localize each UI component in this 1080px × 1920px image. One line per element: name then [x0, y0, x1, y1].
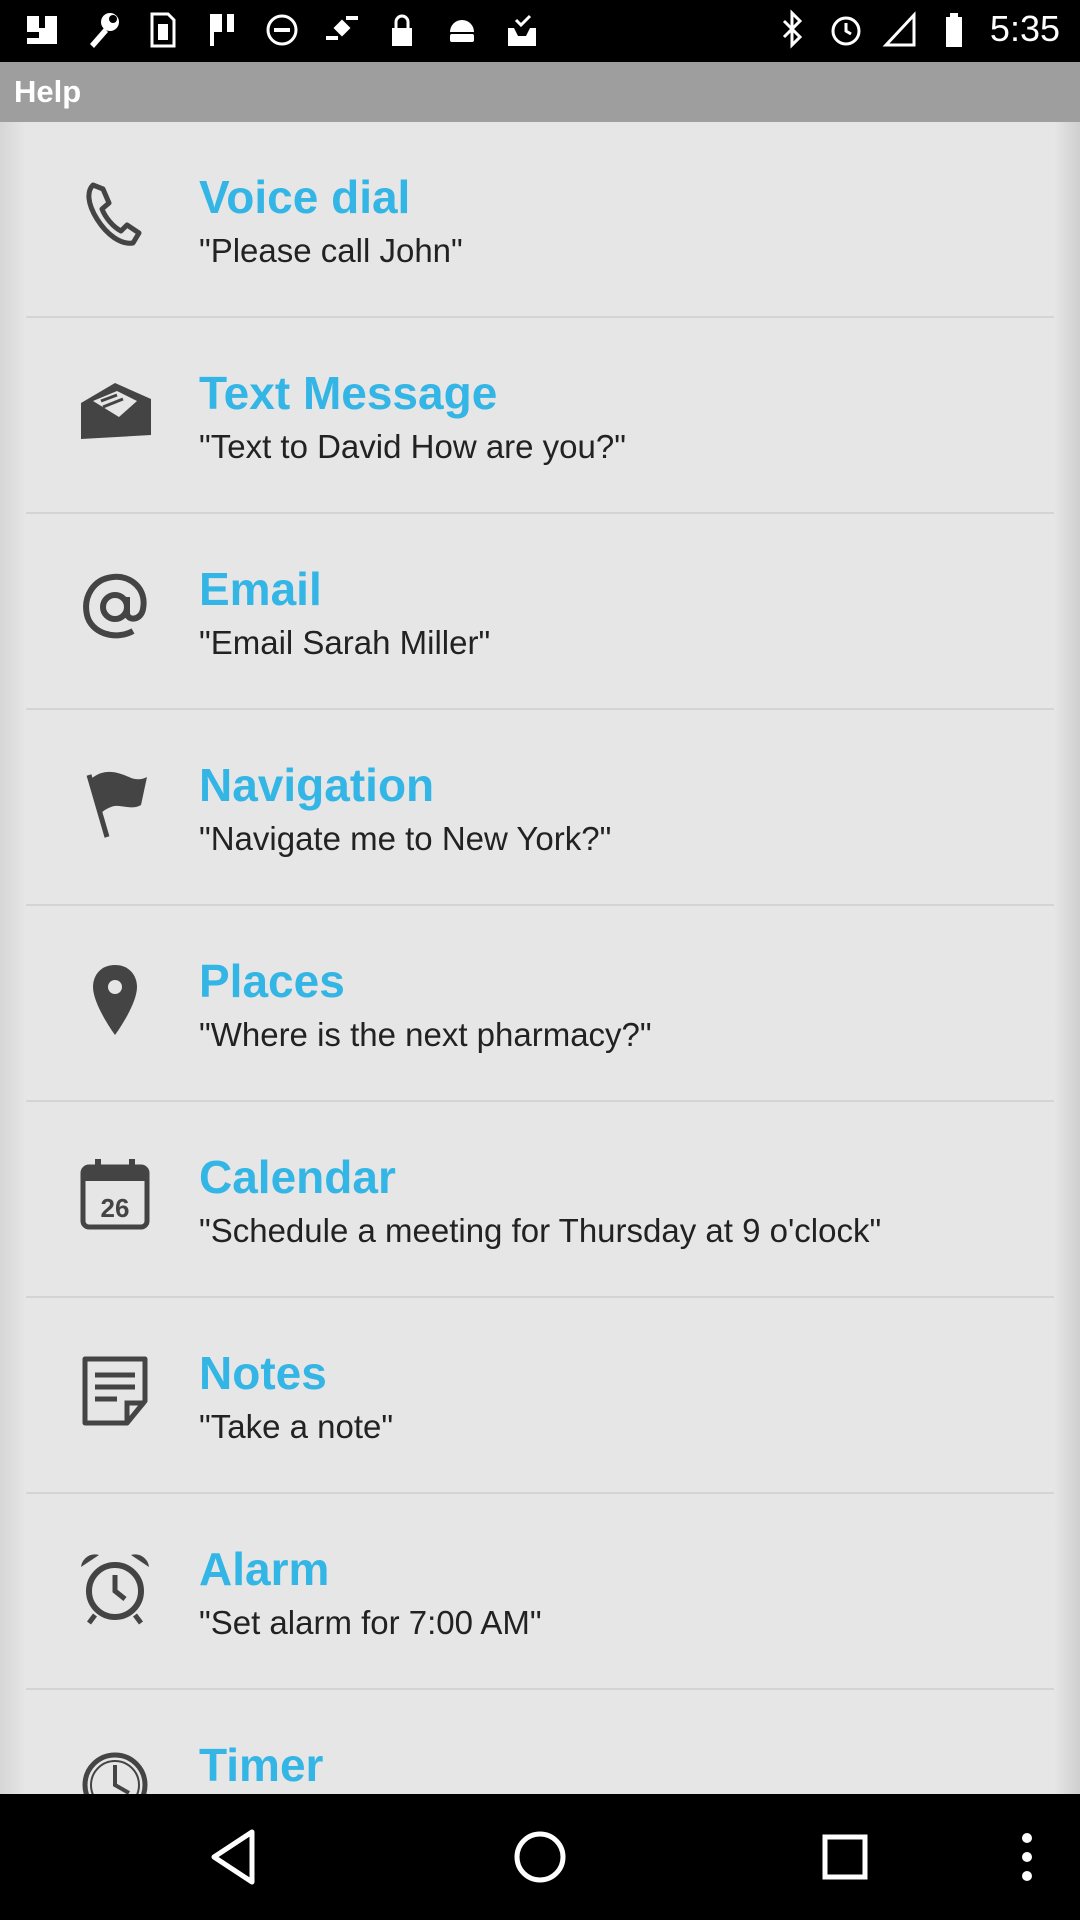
- notification-icons: [24, 10, 540, 50]
- map-pin-icon: [72, 956, 158, 1042]
- help-item-alarm[interactable]: Alarm "Set alarm for 7:00 AM": [26, 1494, 1054, 1690]
- item-title: Email: [199, 563, 322, 615]
- alarm-clock-icon: [72, 1544, 158, 1630]
- item-title: Calendar: [199, 1151, 396, 1203]
- page-title: Help: [14, 74, 82, 109]
- item-example: "Text to David How are you?": [199, 428, 626, 465]
- calendar-icon: 26: [72, 1152, 158, 1238]
- item-example: "Take a note": [199, 1408, 394, 1445]
- battery-icon: [936, 9, 972, 49]
- image-icon: [24, 10, 60, 50]
- calendar-icon-day: 26: [101, 1193, 130, 1223]
- phone-icon: [72, 172, 158, 258]
- alarm-clock-icon: [828, 9, 864, 49]
- item-title: Voice dial: [199, 171, 411, 223]
- do-not-disturb-icon: [264, 10, 300, 50]
- signal-off-icon: [882, 9, 918, 49]
- help-item-email[interactable]: Email "Email Sarah Miller": [26, 514, 1054, 710]
- sim-card-icon: [144, 10, 180, 50]
- item-title: Text Message: [199, 367, 498, 419]
- item-title: Navigation: [199, 759, 435, 811]
- android-icon: [444, 10, 480, 50]
- help-content[interactable]: Voice dial "Please call John" Text Messa…: [0, 122, 1080, 1794]
- download-complete-icon: [504, 10, 540, 50]
- flag-icon: [204, 10, 240, 50]
- lock-icon: [384, 10, 420, 50]
- envelope-icon: [72, 368, 158, 454]
- item-example: "Navigate me to New York?": [199, 820, 612, 857]
- bluetooth-icon: [774, 9, 810, 49]
- title-bar: Help: [0, 62, 1080, 122]
- navigation-bar: [0, 1794, 1080, 1920]
- at-sign-icon: [72, 564, 158, 650]
- help-item-text-message[interactable]: Text Message "Text to David How are you?…: [26, 318, 1054, 514]
- help-item-timer[interactable]: Timer: [26, 1690, 1054, 1794]
- notes-icon: [72, 1348, 158, 1434]
- item-title: Notes: [199, 1347, 327, 1399]
- help-item-calendar[interactable]: 26 Calendar "Schedule a meeting for Thur…: [26, 1102, 1054, 1298]
- item-example: "Email Sarah Miller": [199, 624, 491, 661]
- status-bar: 5:35: [0, 0, 1080, 62]
- item-example: "Where is the next pharmacy?": [199, 1016, 652, 1053]
- wrench-icon: [84, 10, 120, 50]
- item-title: Alarm: [199, 1543, 330, 1595]
- help-item-notes[interactable]: Notes "Take a note": [26, 1298, 1054, 1494]
- clock-time: 5:35: [989, 8, 1060, 49]
- more-options-icon[interactable]: [992, 1822, 1062, 1892]
- item-title: Timer: [199, 1739, 324, 1791]
- fake-location-icon: [324, 10, 360, 50]
- help-list: Voice dial "Please call John" Text Messa…: [26, 122, 1054, 1794]
- home-icon[interactable]: [505, 1822, 575, 1892]
- help-item-places[interactable]: Places "Where is the next pharmacy?": [26, 906, 1054, 1102]
- recents-icon[interactable]: [810, 1822, 880, 1892]
- flag-icon: [72, 760, 158, 846]
- timer-icon: [72, 1740, 158, 1794]
- system-icons: 5:35: [774, 8, 1060, 50]
- item-example: "Schedule a meeting for Thursday at 9 o'…: [199, 1212, 882, 1249]
- help-item-voice-dial[interactable]: Voice dial "Please call John": [26, 122, 1054, 318]
- back-icon[interactable]: [200, 1822, 270, 1892]
- item-example: "Set alarm for 7:00 AM": [199, 1604, 542, 1641]
- item-title: Places: [199, 955, 345, 1007]
- help-item-navigation[interactable]: Navigation "Navigate me to New York?": [26, 710, 1054, 906]
- item-example: "Please call John": [199, 232, 463, 269]
